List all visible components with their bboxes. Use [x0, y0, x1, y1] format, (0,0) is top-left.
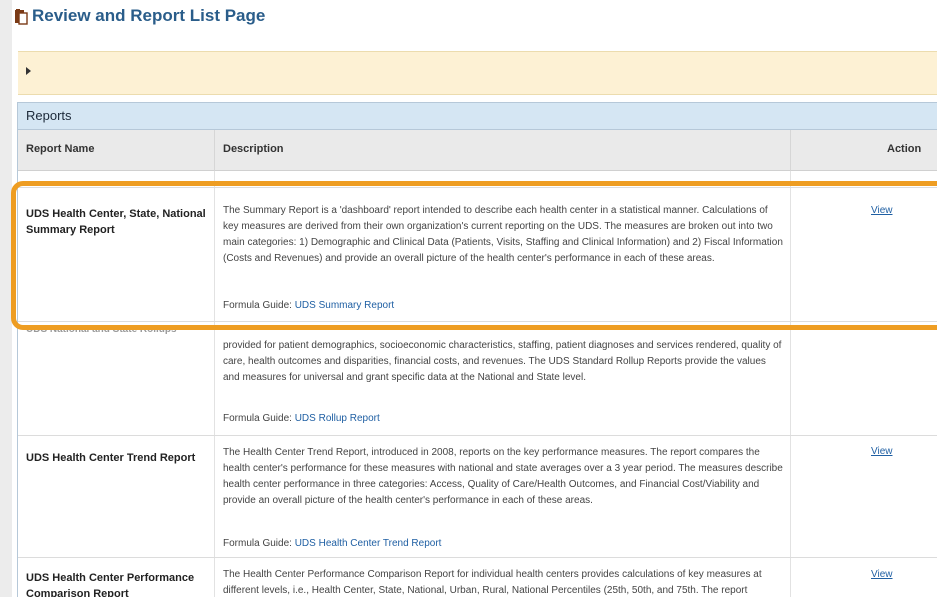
- formula-guide: Formula Guide: UDS Summary Report: [223, 300, 395, 311]
- formula-guide-link[interactable]: UDS Health Center Trend Report: [295, 538, 442, 549]
- table-row: UDS Health Center Performance Comparison…: [18, 558, 937, 597]
- formula-guide: Formula Guide: UDS Rollup Report: [223, 413, 380, 424]
- report-name: UDS Health Center Trend Report: [26, 452, 196, 464]
- view-link[interactable]: View: [871, 205, 893, 216]
- reports-section: Reports Report Name Description Action U…: [17, 102, 937, 597]
- title-bar: Review and Report List Page: [12, 0, 937, 36]
- view-link[interactable]: View: [871, 446, 893, 457]
- column-header-report-name: Report Name: [18, 130, 215, 171]
- report-description: The Health Center Performance Comparison…: [223, 569, 762, 596]
- section-title: Reports: [26, 108, 72, 123]
- view-link[interactable]: View: [871, 569, 893, 580]
- formula-guide-link[interactable]: UDS Summary Report: [295, 300, 394, 311]
- expand-caret-icon[interactable]: [26, 67, 31, 75]
- column-header-description: Description: [215, 130, 791, 171]
- page: Review and Report List Page Reports Repo…: [12, 0, 937, 597]
- report-name: UDS Health Center Performance Comparison…: [26, 572, 195, 597]
- page-title: Review and Report List Page: [32, 6, 266, 25]
- report-description: The Summary Report is a 'dashboard' repo…: [223, 205, 783, 264]
- table-row: UDS Health Center, State, National Summa…: [18, 188, 937, 322]
- table-row-partial: [18, 171, 937, 188]
- section-header: Reports: [18, 103, 937, 130]
- formula-guide: Formula Guide: UDS Health Center Trend R…: [223, 538, 442, 549]
- report-name: UDS Health Center, State, National Summa…: [26, 208, 206, 236]
- table-row: UDS Health Center Trend Report The Healt…: [18, 436, 937, 558]
- left-gutter: [0, 0, 12, 597]
- document-icon: [15, 9, 28, 25]
- column-header-action: Action: [791, 130, 937, 171]
- table-row: UDS National and State Rollups provided …: [18, 322, 937, 436]
- formula-guide-link[interactable]: UDS Rollup Report: [295, 413, 380, 424]
- report-description: The Health Center Trend Report, introduc…: [223, 447, 783, 506]
- report-name: UDS National and State Rollups: [26, 327, 177, 335]
- report-description: provided for patient demographics, socio…: [223, 340, 782, 383]
- collapsible-notice[interactable]: [18, 51, 937, 95]
